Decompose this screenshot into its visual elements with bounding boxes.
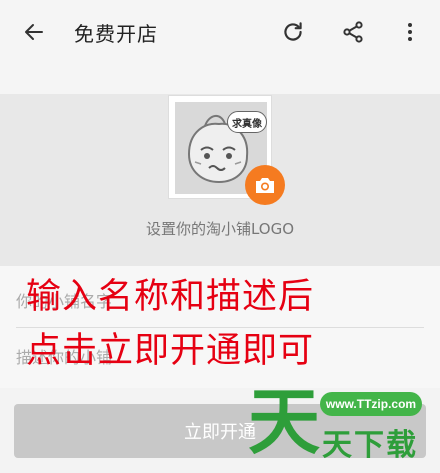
page-title: 免费开店 (74, 22, 158, 46)
page: 免费开店 求真像 设置你的淘小铺LOGO 你的小铺名字 描述你的小铺 输入名称和… (0, 0, 440, 473)
header-spacer (0, 64, 440, 94)
refresh-icon (284, 22, 302, 41)
more-options-button[interactable] (390, 12, 430, 52)
refresh-button[interactable] (273, 12, 313, 52)
watermark-url: www.TTzip.com (320, 392, 422, 416)
camera-icon (256, 178, 274, 193)
instruction-line-2: 点击立即开通即可 (26, 331, 315, 371)
instruction-line-1: 输入名称和描述后 (26, 277, 315, 317)
back-button[interactable] (14, 12, 54, 52)
logo-caption: 设置你的淘小铺LOGO (145, 220, 295, 238)
camera-button[interactable] (245, 165, 285, 205)
more-vertical-icon (408, 23, 412, 41)
share-icon (343, 21, 363, 43)
instruction-overlay: 输入名称和描述后 点击立即开通即可 (26, 270, 426, 378)
app-bar: 免费开店 (0, 0, 440, 64)
arrow-left-icon (25, 24, 43, 40)
watermark-text: 天下载 (322, 428, 418, 463)
share-button[interactable] (333, 12, 373, 52)
speech-bubble: 求真像 (227, 111, 267, 133)
logo-section: 求真像 设置你的淘小铺LOGO (0, 94, 440, 266)
watermark-logo: 天 (248, 380, 321, 464)
